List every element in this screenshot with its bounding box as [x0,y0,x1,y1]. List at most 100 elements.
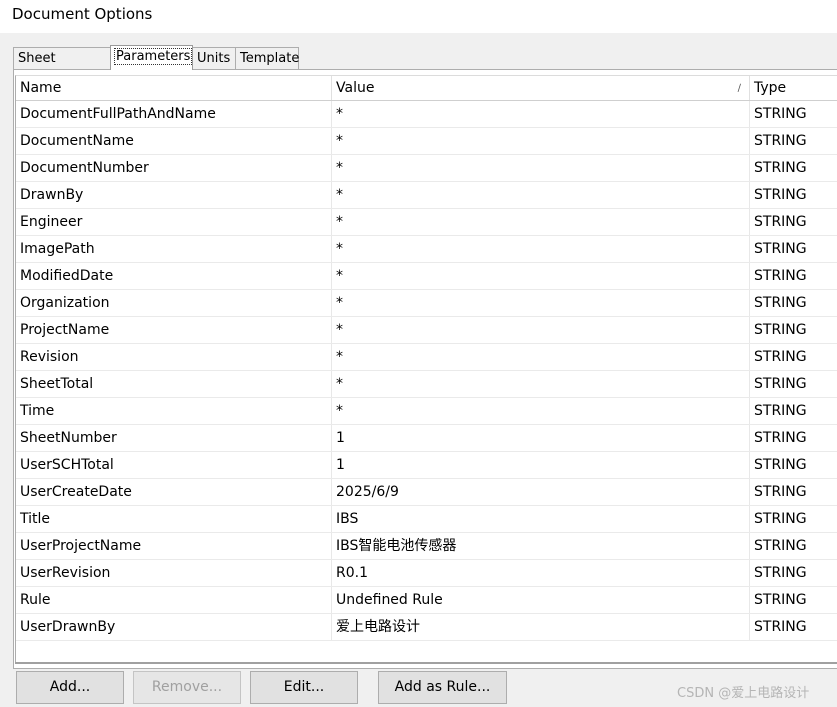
cell-name: Rule [16,587,332,613]
cell-name: DrawnBy [16,182,332,208]
column-header-name[interactable]: Name [16,76,332,100]
watermark: CSDN @爱上电路设计 [677,686,810,701]
column-header-type[interactable]: Type [750,76,837,100]
cell-type: STRING [754,403,807,419]
table-row[interactable]: Engineer * STRING [16,209,837,236]
table-row[interactable]: DrawnBy * STRING [16,182,837,209]
tab-label: Parameters [113,48,193,65]
cell-type: STRING [754,457,807,473]
column-label: Value [336,80,375,96]
sort-ascending-icon: ∕ [737,83,741,94]
cell-type: STRING [754,376,807,392]
cell-type: STRING [754,430,807,446]
table-row[interactable]: ProjectName * STRING [16,317,837,344]
cell-value: * [332,155,750,181]
tab-strip: Sheet Options Parameters Units Template [13,45,299,88]
tab-units[interactable]: Units [192,47,236,69]
cell-value: * [332,344,750,370]
table-row[interactable]: Time * STRING [16,398,837,425]
cell-type: STRING [754,484,807,500]
cell-name: Time [16,398,332,424]
cell-value: 2025/6/9 [332,479,750,505]
cell-type: STRING [754,349,807,365]
cell-value: * [332,317,750,343]
cell-value: R0.1 [332,560,750,586]
cell-type: STRING [754,619,807,635]
cell-value: * [332,182,750,208]
grid-bottom-border [15,662,837,664]
tab-sheet-options[interactable]: Sheet Options [13,47,111,88]
column-label: Name [20,80,62,96]
cell-name: DocumentFullPathAndName [16,101,332,127]
cell-value: * [332,101,750,127]
table-row[interactable]: DocumentFullPathAndName * STRING [16,101,837,128]
table-row[interactable]: UserDrawnBy 爱上电路设计 STRING [16,614,837,641]
cell-name: UserCreateDate [16,479,332,505]
table-row[interactable]: ModifiedDate * STRING [16,263,837,290]
table-row[interactable]: Revision * STRING [16,344,837,371]
cell-value: * [332,209,750,235]
tab-template[interactable]: Template [235,47,299,69]
cell-value: IBS智能电池传感器 [332,533,750,559]
grid-rows: DocumentFullPathAndName * STRING DocumentNa… [16,101,837,641]
cell-value: * [332,290,750,316]
cell-name: ImagePath [16,236,332,262]
table-row[interactable]: Organization * STRING [16,290,837,317]
cell-type: STRING [754,241,807,257]
title-bar: Document Options [0,0,837,33]
grid-header: Name Value ∕ Type [16,76,837,101]
cell-value: 1 [332,425,750,451]
table-row[interactable]: DocumentName * STRING [16,128,837,155]
add-as-rule-button-label: Add as Rule... [394,679,491,695]
cell-name: DocumentNumber [16,155,332,181]
remove-button[interactable]: Remove... [133,671,241,704]
tab-parameters[interactable]: Parameters [110,45,193,70]
cell-type: STRING [754,295,807,311]
table-row[interactable]: Rule Undefined Rule STRING [16,587,837,614]
cell-value: * [332,398,750,424]
cell-name: UserSCHTotal [16,452,332,478]
table-row[interactable]: ImagePath * STRING [16,236,837,263]
table-row[interactable]: SheetTotal * STRING [16,371,837,398]
cell-type: STRING [754,322,807,338]
cell-name: ProjectName [16,317,332,343]
table-row[interactable]: UserCreateDate 2025/6/9 STRING [16,479,837,506]
cell-name: DocumentName [16,128,332,154]
add-as-rule-button[interactable]: Add as Rule... [378,671,507,704]
tab-label: Units [197,51,231,66]
tab-label: Template [240,51,300,66]
cell-type: STRING [754,106,807,122]
table-row[interactable]: UserSCHTotal 1 STRING [16,452,837,479]
cell-type: STRING [754,268,807,284]
cell-value: * [332,236,750,262]
column-header-value[interactable]: Value ∕ [332,76,750,100]
cell-name: SheetNumber [16,425,332,451]
cell-value: * [332,128,750,154]
table-row[interactable]: UserRevision R0.1 STRING [16,560,837,587]
cell-name: UserRevision [16,560,332,586]
cell-name: UserDrawnBy [16,614,332,640]
table-row[interactable]: SheetNumber 1 STRING [16,425,837,452]
table-row[interactable]: UserProjectName IBS智能电池传感器 STRING [16,533,837,560]
cell-type: STRING [754,511,807,527]
cell-value: IBS [332,506,750,532]
cell-type: STRING [754,133,807,149]
cell-type: STRING [754,214,807,230]
parameters-grid[interactable]: Name Value ∕ Type DocumentFullPathAndNam… [15,75,837,664]
remove-button-label: Remove... [151,679,223,695]
cell-type: STRING [754,592,807,608]
cell-value: * [332,371,750,397]
column-label: Type [754,80,787,96]
edit-button[interactable]: Edit... [250,671,358,704]
cell-name: Revision [16,344,332,370]
table-row[interactable]: Title IBS STRING [16,506,837,533]
table-row[interactable]: DocumentNumber * STRING [16,155,837,182]
cell-value: 爱上电路设计 [332,614,750,640]
cell-name: Organization [16,290,332,316]
cell-name: Engineer [16,209,332,235]
cell-type: STRING [754,187,807,203]
add-button[interactable]: Add... [16,671,124,704]
cell-name: SheetTotal [16,371,332,397]
cell-type: STRING [754,160,807,176]
cell-value: * [332,263,750,289]
